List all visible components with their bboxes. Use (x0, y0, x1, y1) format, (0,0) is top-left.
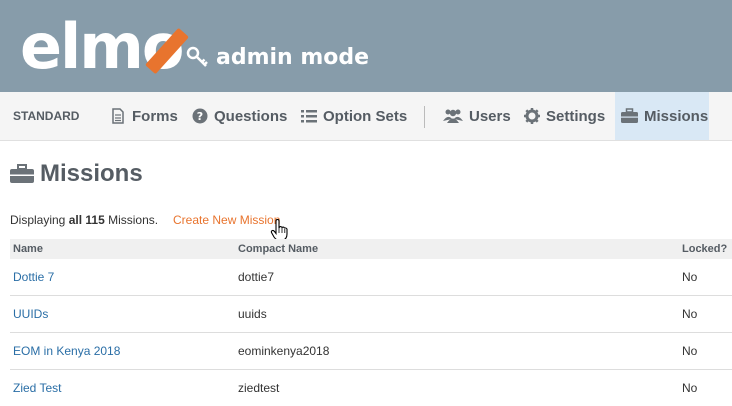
briefcase-icon (621, 108, 638, 123)
mission-compact-name: uuids (238, 307, 267, 321)
nav-label-option-sets: Option Sets (323, 107, 408, 125)
nav-item-option-sets[interactable]: Option Sets (301, 92, 407, 140)
nav-item-questions[interactable]: ? Questions (192, 92, 287, 140)
nav-label-settings: Settings (546, 107, 606, 125)
main-nav: STANDARD Forms ? Questions Option Sets U… (0, 92, 732, 141)
briefcase-icon (10, 164, 34, 183)
nav-label-forms: Forms (132, 107, 178, 125)
nav-item-forms[interactable]: Forms (110, 92, 178, 140)
admin-mode-label: admin mode (216, 44, 370, 70)
list-icon (301, 110, 317, 123)
mission-locked: No (682, 307, 698, 321)
missions-table: Name Compact Name Locked? Dottie 7 dotti… (10, 239, 732, 406)
nav-item-users[interactable]: Users (443, 92, 511, 140)
column-header-name[interactable]: Name (13, 243, 43, 255)
page-title-text: Missions (40, 160, 143, 187)
missions-summary: Displaying all 115 Missions. (10, 213, 158, 227)
table-row: Zied Test ziedtest No (10, 370, 732, 406)
column-header-compact-name[interactable]: Compact Name (238, 243, 318, 255)
table-header: Name Compact Name Locked? (10, 239, 732, 259)
mission-name-link[interactable]: Dottie 7 (13, 270, 54, 284)
mission-locked: No (682, 270, 698, 284)
file-icon (112, 108, 124, 124)
summary-prefix: Displaying (10, 213, 66, 227)
hand-cursor-icon (270, 219, 288, 241)
admin-mode-indicator: admin mode (186, 42, 369, 72)
mission-compact-name: dottie7 (238, 270, 275, 284)
nav-label-missions: Missions (644, 107, 709, 125)
mission-locked: No (682, 344, 698, 358)
svg-text:?: ? (197, 110, 203, 123)
table-row: EOM in Kenya 2018 eominkenya2018 No (10, 333, 732, 370)
summary-count: all 115 (68, 213, 105, 227)
table-row: Dottie 7 dottie7 No (10, 259, 732, 296)
mission-name-link[interactable]: UUIDs (13, 307, 48, 321)
nav-standard-mode[interactable]: STANDARD (13, 92, 79, 140)
nav-item-missions[interactable]: Missions (621, 92, 708, 140)
mission-locked: No (682, 381, 698, 395)
key-icon (186, 46, 208, 67)
app-header: elmo admin mode (0, 0, 732, 92)
users-icon (443, 109, 463, 123)
nav-label-users: Users (469, 107, 511, 125)
create-new-mission-link[interactable]: Create New Mission (173, 213, 280, 227)
nav-label-questions: Questions (214, 107, 288, 125)
page-title: Missions (10, 158, 143, 190)
mission-name-link[interactable]: Zied Test (13, 381, 61, 395)
nav-divider (424, 106, 425, 128)
column-header-locked[interactable]: Locked? (682, 243, 727, 255)
mission-name-link[interactable]: EOM in Kenya 2018 (13, 344, 120, 358)
question-circle-icon: ? (192, 108, 208, 124)
nav-item-settings[interactable]: Settings (524, 92, 605, 140)
mission-compact-name: ziedtest (238, 381, 280, 395)
gear-icon (524, 108, 540, 124)
summary-suffix: Missions. (108, 213, 159, 227)
table-row: UUIDs uuids No (10, 296, 732, 333)
mission-compact-name: eominkenya2018 (238, 344, 330, 358)
